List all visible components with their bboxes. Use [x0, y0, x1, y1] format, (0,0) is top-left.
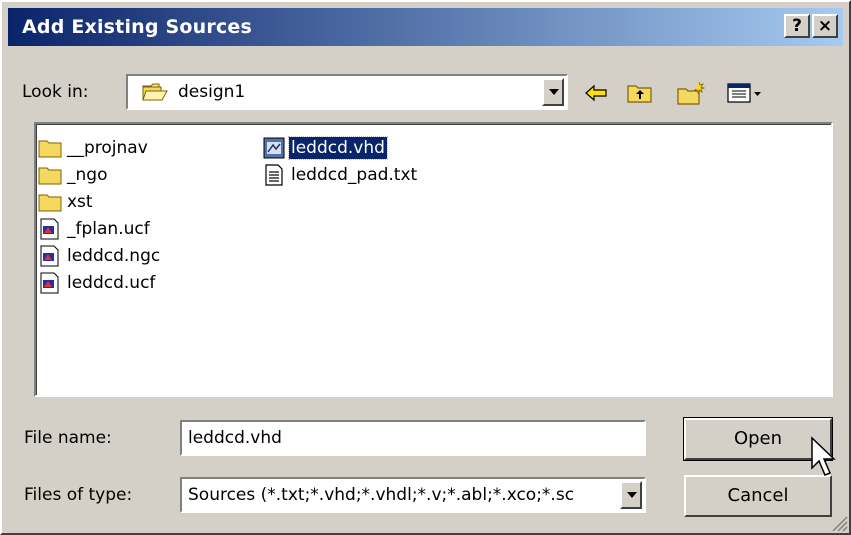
files-of-type-value: Sources (*.txt;*.vhd;*.vhdl;*.v;*.abl;*.…	[188, 485, 575, 505]
files-of-type-dropdown[interactable]: Sources (*.txt;*.vhd;*.vhdl;*.v;*.abl;*.…	[180, 477, 646, 513]
list-item[interactable]: leddcd.ucf	[38, 271, 157, 295]
look-in-label: Look in:	[22, 82, 89, 102]
look-in-dropdown-arrow[interactable]	[542, 78, 564, 106]
text-file-icon	[265, 164, 283, 186]
list-item[interactable]: leddcd_pad.txt	[262, 163, 419, 187]
folder-icon	[38, 194, 62, 212]
list-item[interactable]: leddcd.ngc	[38, 244, 162, 268]
file-name: xst	[67, 192, 93, 212]
xilinx-file-icon	[40, 272, 59, 294]
files-of-type-label: Files of type:	[24, 485, 133, 505]
help-button[interactable]: ?	[784, 14, 810, 38]
xilinx-file-icon	[40, 218, 59, 240]
files-of-type-dropdown-arrow[interactable]	[620, 481, 642, 509]
folder-icon	[38, 140, 62, 158]
folder-open-icon	[142, 83, 168, 101]
add-existing-sources-dialog: Add Existing Sources ? × Look in: design…	[0, 0, 851, 535]
resize-grip-icon[interactable]	[830, 514, 848, 532]
file-name: leddcd.vhd	[288, 136, 388, 160]
file-name: leddcd.ucf	[67, 273, 156, 293]
file-name: leddcd_pad.txt	[291, 165, 418, 185]
file-name-label: File name:	[24, 428, 112, 448]
list-item[interactable]: _ngo	[38, 163, 109, 187]
look-in-value: design1	[178, 82, 246, 102]
mouse-cursor-icon	[811, 436, 836, 476]
look-in-dropdown[interactable]: design1	[126, 74, 568, 110]
file-name-input[interactable]: leddcd.vhd	[180, 420, 646, 456]
up-folder-icon[interactable]	[626, 80, 654, 106]
list-item-selected[interactable]: leddcd.vhd	[262, 136, 388, 160]
xilinx-file-icon	[40, 245, 59, 267]
list-item[interactable]: xst	[38, 190, 95, 214]
back-icon[interactable]	[584, 80, 608, 106]
list-item[interactable]: __projnav	[38, 136, 150, 160]
file-name: _ngo	[67, 165, 108, 185]
file-name: __projnav	[67, 138, 148, 158]
new-folder-icon[interactable]	[676, 80, 706, 106]
view-menu-icon[interactable]	[726, 80, 766, 106]
file-name: _fplan.ucf	[67, 219, 150, 239]
file-name-value: leddcd.vhd	[188, 428, 282, 448]
close-button[interactable]: ×	[812, 14, 838, 38]
folder-icon	[38, 167, 62, 185]
file-list[interactable]: __projnav _ngo xst _fplan.ucf leddcd.ngc…	[34, 122, 833, 397]
cancel-button[interactable]: Cancel	[684, 475, 832, 517]
vhdl-file-icon	[263, 137, 285, 159]
window-title: Add Existing Sources	[22, 16, 253, 38]
file-name: leddcd.ngc	[67, 246, 161, 266]
list-item[interactable]: _fplan.ucf	[38, 217, 152, 241]
title-bar[interactable]: Add Existing Sources ? ×	[8, 8, 843, 46]
